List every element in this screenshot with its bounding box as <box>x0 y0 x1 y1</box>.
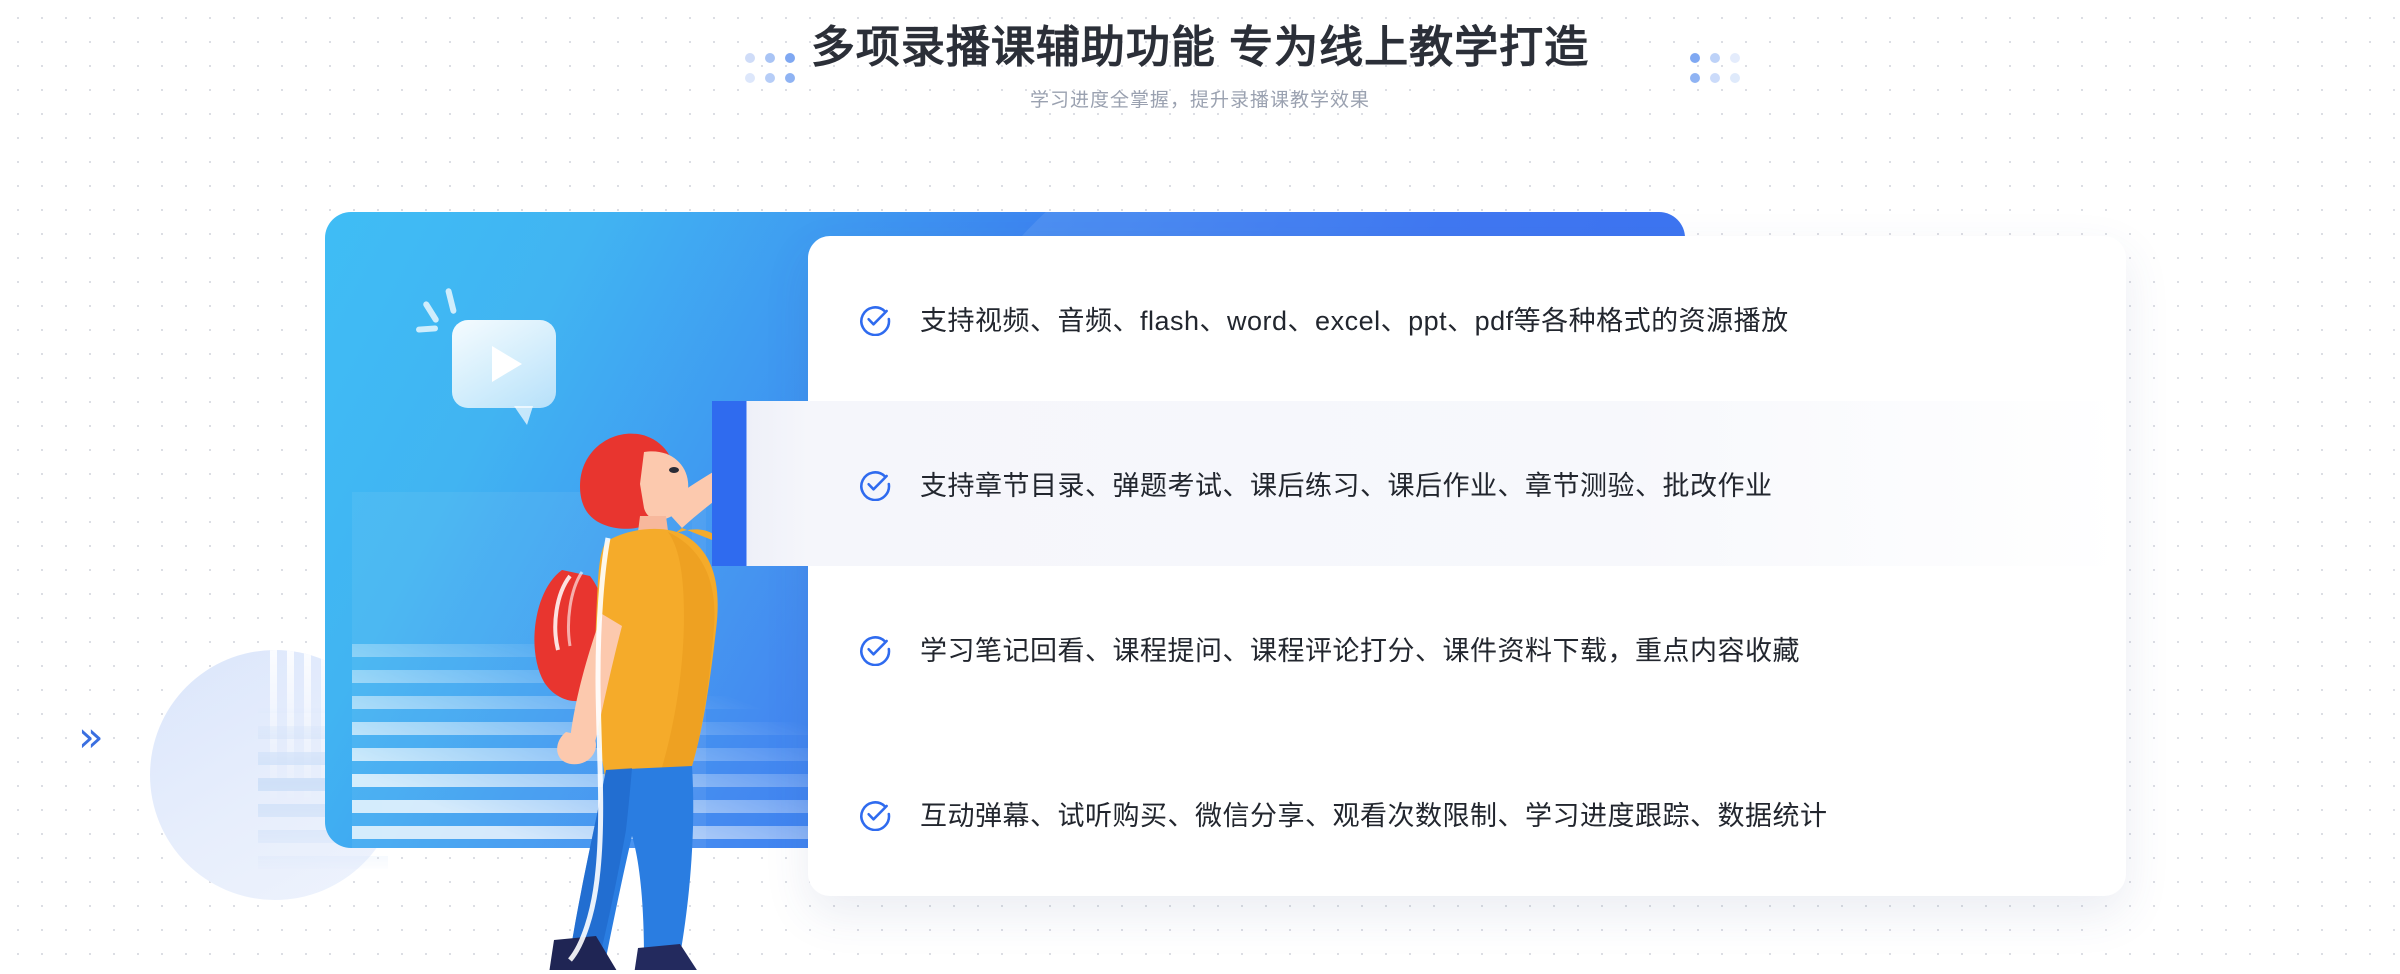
feature-label: 支持视频、音频、flash、word、excel、ppt、pdf等各种格式的资源… <box>920 306 1789 336</box>
dot-cluster-right-icon <box>1690 53 1740 83</box>
header: 多项录播课辅助功能 专为线上教学打造 学习进度全掌握，提升录播课教学效果 <box>0 18 2400 116</box>
check-circle-icon <box>860 470 891 501</box>
feature-list: 支持视频、音频、flash、word、excel、ppt、pdf等各种格式的资源… <box>712 236 2126 896</box>
feature-label: 互动弹幕、试听购买、微信分享、观看次数限制、学习进度跟踪、数据统计 <box>920 801 1828 831</box>
check-circle-icon <box>860 800 891 831</box>
feature-item-resource-playback[interactable]: 支持视频、音频、flash、word、excel、ppt、pdf等各种格式的资源… <box>808 236 2126 401</box>
page-subtitle: 学习进度全掌握，提升录播课教学效果 <box>1029 90 1370 111</box>
feature-label: 学习笔记回看、课程提问、课程评论打分、课件资料下载，重点内容收藏 <box>920 636 1800 666</box>
feature-item-interactive-stats[interactable]: 互动弹幕、试听购买、微信分享、观看次数限制、学习进度跟踪、数据统计 <box>808 731 2126 896</box>
woman-pointing-illustration <box>534 433 762 970</box>
feature-item-chapter-exam[interactable]: 支持章节目录、弹题考试、课后练习、课后作业、章节测验、批改作业 <box>712 401 2126 566</box>
chevron-right-double-icon: » <box>78 712 104 761</box>
feature-label: 支持章节目录、弹题考试、课后练习、课后作业、章节测验、批改作业 <box>920 471 1773 501</box>
check-circle-icon <box>860 305 891 336</box>
feature-card: 支持视频、音频、flash、word、excel、ppt、pdf等各种格式的资源… <box>712 236 2126 896</box>
page-root: 多项录播课辅助功能 专为线上教学打造 学习进度全掌握，提升录播课教学效果 » « <box>0 0 2400 974</box>
page-title: 多项录播课辅助功能 专为线上教学打造 <box>810 23 1590 72</box>
feature-item-notes-review[interactable]: 学习笔记回看、课程提问、课程评论打分、课件资料下载，重点内容收藏 <box>808 566 2126 731</box>
highlight-bleed-bar <box>712 401 808 566</box>
check-circle-icon <box>860 635 891 666</box>
dot-cluster-left-icon <box>745 53 795 83</box>
